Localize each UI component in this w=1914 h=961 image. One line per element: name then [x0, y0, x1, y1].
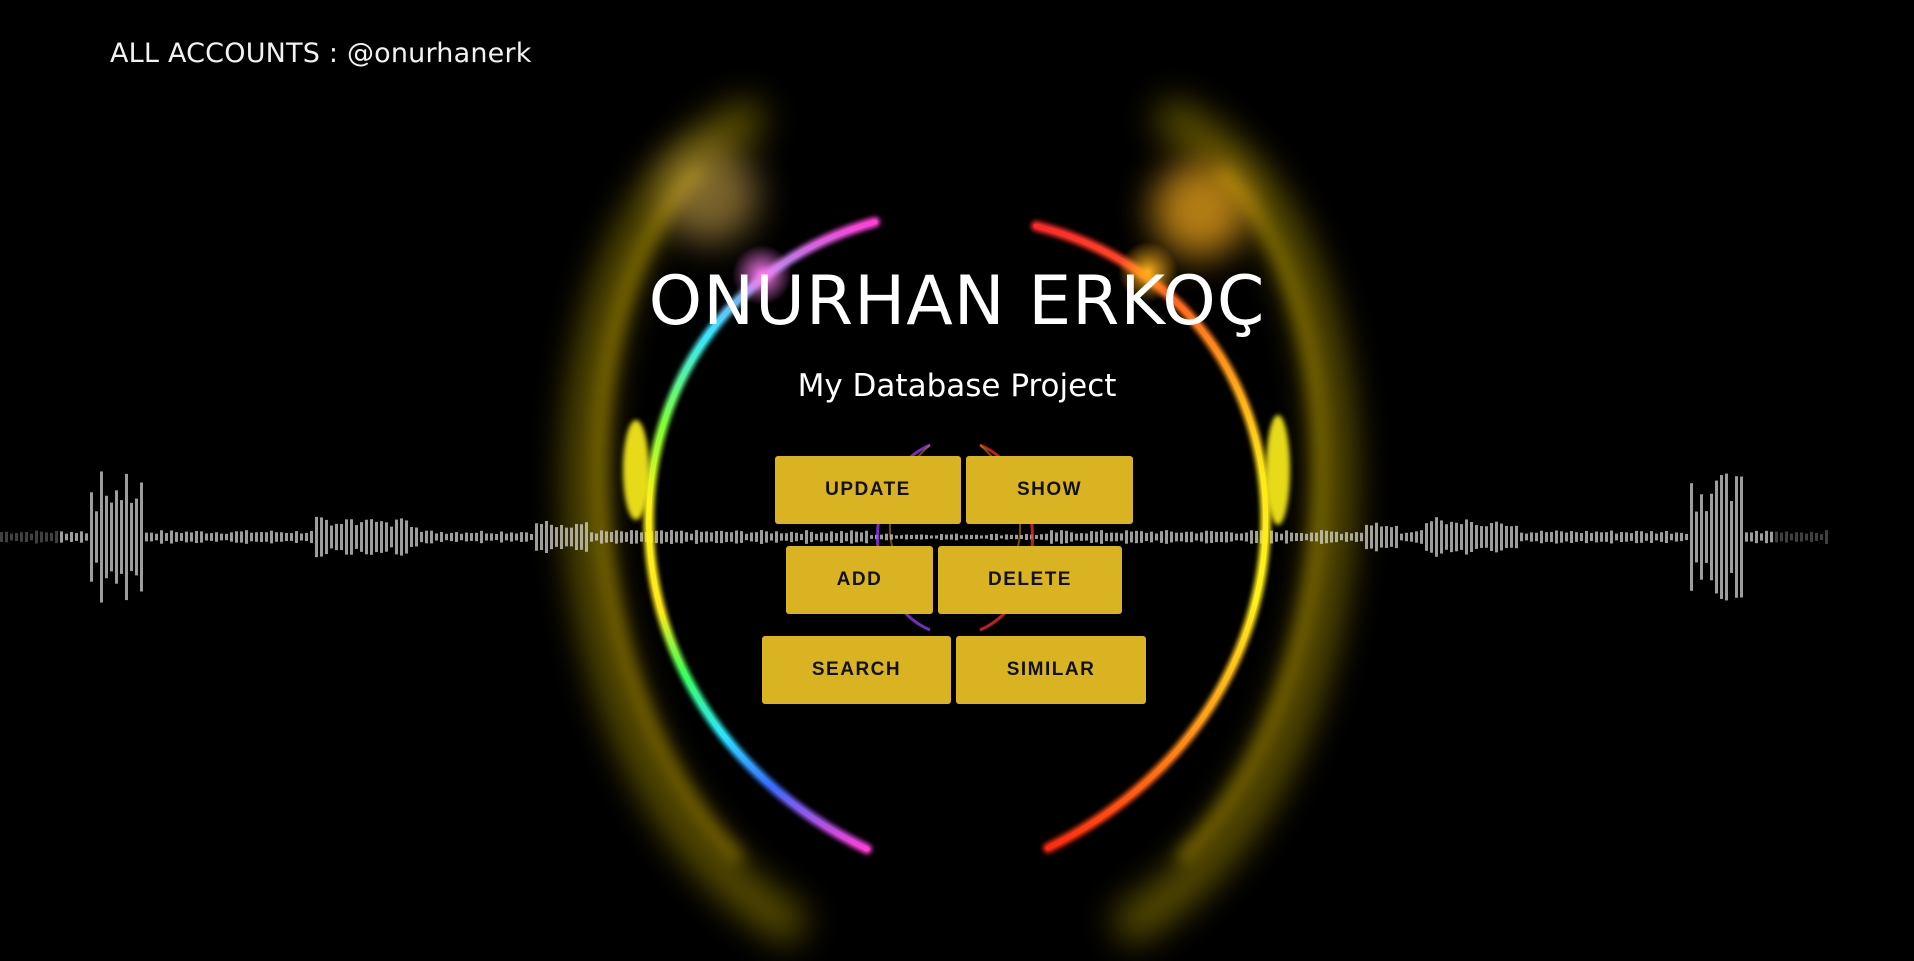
similar-button[interactable]: SIMILAR	[956, 636, 1146, 704]
page-subtitle: My Database Project	[797, 368, 1117, 404]
delete-button[interactable]: DELETE	[938, 546, 1122, 614]
add-button[interactable]: ADD	[786, 546, 933, 614]
all-accounts-link[interactable]: ALL ACCOUNTS : @onurhanerk	[110, 38, 532, 69]
update-button[interactable]: UPDATE	[775, 456, 961, 524]
show-button[interactable]: SHOW	[966, 456, 1133, 524]
search-button[interactable]: SEARCH	[762, 636, 951, 704]
page-title: ONURHAN ERKOÇ	[648, 262, 1266, 341]
